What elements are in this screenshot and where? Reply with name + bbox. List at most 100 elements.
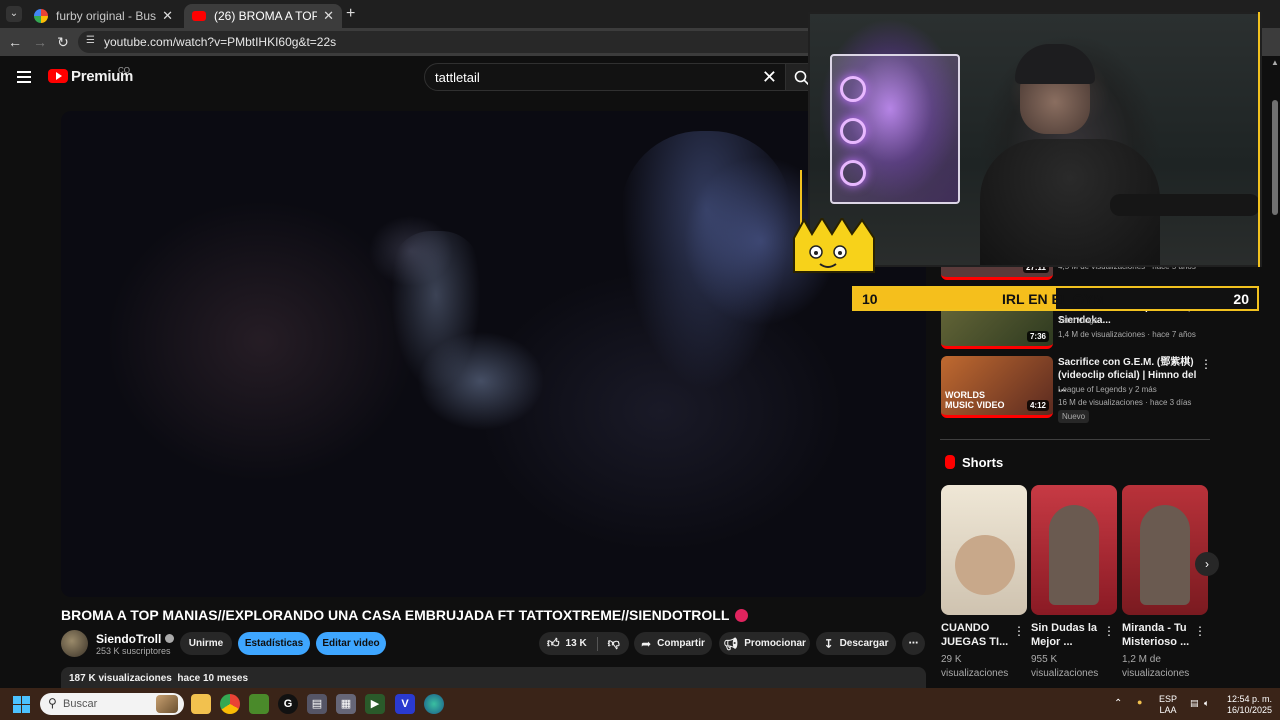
tab-google-search[interactable]: furby original - Buscar con Goo ✕	[26, 4, 181, 28]
goal-start-value: 10	[862, 291, 878, 307]
tab-label: furby original - Buscar con Goo	[56, 9, 157, 23]
sub-goal-bar: 10 IRL EN EL GYM 20	[852, 286, 1259, 311]
crown-mascot-icon	[793, 218, 875, 273]
chevron-right-icon[interactable]: ›	[1195, 552, 1219, 576]
duration-badge: 7:36	[1026, 331, 1049, 342]
search-input[interactable]: tattletail ✕	[424, 63, 786, 91]
tray-chevron-icon[interactable]: ⌃	[1114, 698, 1122, 709]
taskbar-search-input[interactable]: ⚲ Buscar	[40, 693, 184, 715]
more-options-icon[interactable]: ⋮	[1194, 624, 1206, 638]
app-window-icon[interactable]: ▤	[307, 694, 327, 714]
short-title[interactable]: Miranda - Tu Misterioso ...	[1122, 621, 1196, 649]
search-icon: ⚲	[48, 696, 57, 710]
taskbar-search-placeholder: Buscar	[63, 698, 98, 710]
recommended-channel[interactable]: Tatto Vlogs	[1058, 316, 1098, 325]
download-button[interactable]: ↧ Descargar	[816, 632, 896, 655]
short-thumbnail[interactable]	[1122, 485, 1208, 615]
video-title: BROMA A TOP MANIAS//EXPLORANDO UNA CASA …	[61, 607, 749, 623]
dislike-icon[interactable]: 👎︎	[608, 636, 620, 651]
back-icon[interactable]: ←	[7, 34, 23, 50]
volume-icon[interactable]: 🔈︎	[1204, 698, 1209, 709]
youtube-logo-icon[interactable]	[48, 69, 68, 83]
join-button[interactable]: Unirme	[180, 632, 232, 655]
media-app-icon[interactable]: ▶	[365, 694, 385, 714]
fan-icon	[840, 118, 866, 144]
minecraft-icon[interactable]	[249, 694, 269, 714]
promote-button[interactable]: 📢︎ Promocionar	[719, 632, 810, 655]
search-value: tattletail	[435, 70, 480, 85]
clock[interactable]: 12:54 p. m. 16/10/2025	[1222, 694, 1272, 716]
url-field[interactable]: ☰ youtube.com/watch?v=PMbtIHKI60g&t=22s	[78, 31, 818, 53]
recommended-meta: 16 M de visualizaciones · hace 3 días	[1058, 398, 1192, 407]
recommended-channel[interactable]: League of Legends y 2 más	[1058, 385, 1157, 394]
join-label: Unirme	[188, 638, 224, 649]
capcut-icon[interactable]: G	[278, 694, 298, 714]
reload-icon[interactable]: ↻	[55, 34, 71, 50]
scroll-up-arrow-icon[interactable]: ▲	[1271, 58, 1279, 67]
short-thumbnail[interactable]	[941, 485, 1027, 615]
short-title[interactable]: Sin Dudas la Mejor ...	[1031, 621, 1105, 649]
scrollbar-thumb[interactable]	[1272, 100, 1278, 215]
short-title[interactable]: CUANDO JUEGAS TI...	[941, 621, 1015, 649]
shorts-icon	[945, 455, 955, 469]
language-indicator[interactable]: ESP LAA	[1155, 694, 1181, 716]
short-views: 955 K visualizaciones	[1031, 654, 1099, 679]
new-tab-button[interactable]: +	[346, 5, 355, 23]
windows-start-icon[interactable]	[13, 696, 30, 713]
share-icon: ➦	[641, 636, 652, 651]
close-icon[interactable]: ✕	[323, 8, 334, 24]
stats-button[interactable]: Estadísticas	[238, 632, 310, 655]
download-icon: ↧	[823, 636, 834, 651]
page-scrollbar[interactable]	[1270, 100, 1280, 688]
overlay-frame	[1255, 12, 1260, 267]
verified-icon	[165, 634, 175, 643]
edit-label: Editar video	[322, 638, 380, 649]
channel-avatar[interactable]	[61, 630, 88, 657]
clock-date: 16/10/2025	[1226, 705, 1272, 715]
like-count[interactable]: 13 K	[566, 638, 587, 649]
channel-name[interactable]: SiendoTroll	[96, 632, 175, 646]
search-highlight-icon	[156, 695, 178, 713]
more-actions-button[interactable]: ⋯	[902, 632, 925, 655]
google-favicon-icon	[34, 9, 48, 23]
youtube-favicon-icon	[192, 11, 206, 21]
windows-taskbar: ⚲ Buscar G ▤ ▦ ▶ V ⌃ ● ESP LAA ▤ 🔈︎ 12:5…	[0, 688, 1280, 720]
view-count: 187 K visualizaciones	[69, 673, 172, 684]
short-views: 1,2 M de visualizaciones	[1122, 654, 1190, 679]
more-options-icon[interactable]: ⋮	[1013, 624, 1025, 638]
menu-icon[interactable]	[17, 71, 31, 83]
description-box[interactable]: 187 K visualizaciones hace 10 meses	[61, 667, 926, 689]
share-label: Compartir	[657, 638, 705, 649]
recommended-thumbnail[interactable]: WORLDS MUSIC VIDEO 4:12	[941, 356, 1053, 418]
short-person	[955, 535, 1015, 595]
stats-label: Estadísticas	[244, 638, 304, 649]
download-label: Descargar	[839, 638, 889, 649]
share-button[interactable]: ➦ Compartir	[634, 632, 712, 655]
tab-search-button[interactable]: ⌄	[6, 6, 22, 22]
edit-video-button[interactable]: Editar video	[316, 632, 386, 655]
clear-search-icon[interactable]: ✕	[762, 67, 777, 88]
divider	[940, 439, 1210, 440]
globe-app-icon[interactable]	[424, 694, 444, 714]
tab-youtube-video[interactable]: (26) BROMA A TOP MANIAS//E ✕	[184, 4, 342, 28]
forward-icon[interactable]: →	[32, 34, 48, 50]
chrome-icon[interactable]	[220, 694, 240, 714]
more-options-icon[interactable]: ⋮	[1200, 357, 1212, 371]
short-person	[1140, 505, 1190, 605]
video-player[interactable]	[61, 111, 926, 597]
streamer-beanie	[1015, 44, 1095, 84]
tray-mic-icon[interactable]: ●	[1137, 697, 1142, 708]
short-thumbnail[interactable]	[1031, 485, 1117, 615]
view-count-date: 187 K visualizaciones hace 10 meses	[69, 673, 248, 684]
like-icon[interactable]: 👍︎	[547, 636, 560, 651]
promote-label: Promocionar	[744, 638, 806, 649]
v-app-icon[interactable]: V	[395, 694, 415, 714]
close-icon[interactable]: ✕	[162, 8, 173, 24]
live-dot-icon	[735, 609, 749, 622]
site-info-icon[interactable]: ☰	[86, 35, 95, 46]
more-options-icon[interactable]: ⋮	[1103, 624, 1115, 638]
logo-country-code: CO	[118, 66, 130, 75]
network-icon[interactable]: ▤	[1190, 698, 1199, 709]
calculator-icon[interactable]: ▦	[336, 694, 356, 714]
file-explorer-icon[interactable]	[191, 694, 211, 714]
